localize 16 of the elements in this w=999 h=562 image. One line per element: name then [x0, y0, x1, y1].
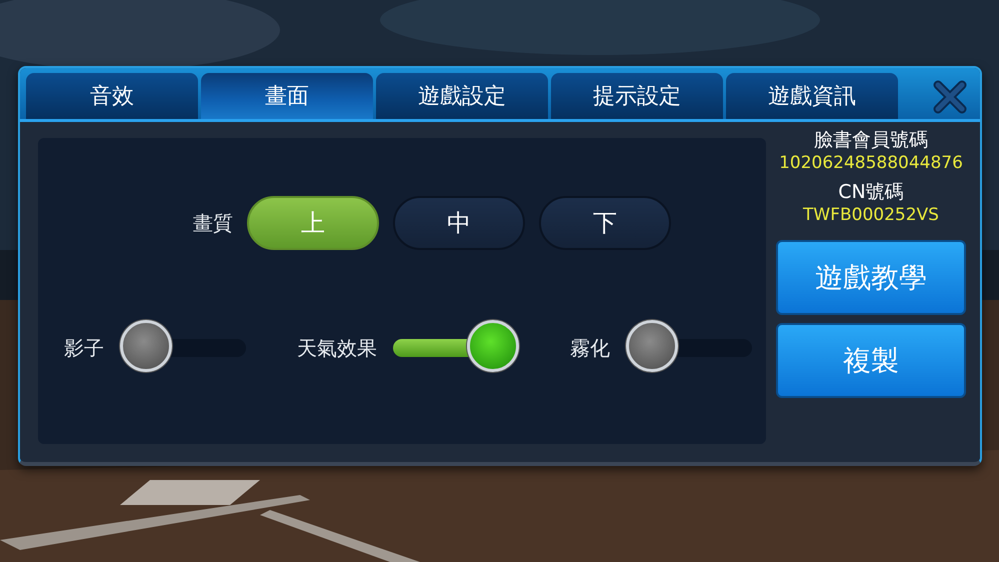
- close-icon[interactable]: [932, 78, 968, 114]
- tab[interactable]: 遊戲資訊: [726, 73, 898, 119]
- tab[interactable]: 音效: [26, 73, 198, 119]
- tab[interactable]: 畫面: [201, 73, 373, 119]
- switch-label: 霧化: [570, 334, 610, 362]
- quality-option[interactable]: 中: [393, 196, 525, 250]
- cn-id-label: CN號碼: [838, 180, 904, 204]
- facebook-id: 10206248588044876: [779, 152, 963, 174]
- tab[interactable]: 遊戲設定: [376, 73, 548, 119]
- tab[interactable]: 提示設定: [551, 73, 723, 119]
- quality-option[interactable]: 下: [539, 196, 671, 250]
- switch-label: 影子: [64, 334, 104, 362]
- cn-id: TWFB000252VS: [803, 204, 939, 226]
- switch-label: 天氣效果: [297, 334, 377, 362]
- facebook-id-label: 臉書會員號碼: [814, 128, 928, 152]
- quality-label: 畫質: [193, 210, 233, 236]
